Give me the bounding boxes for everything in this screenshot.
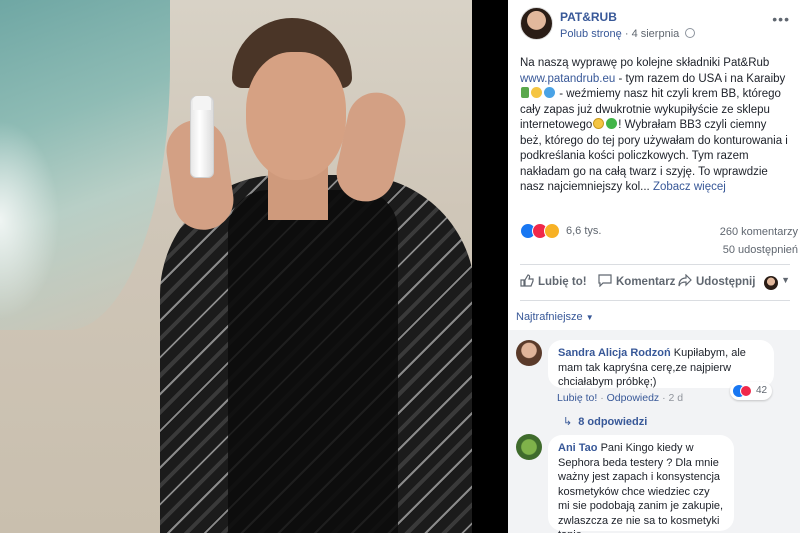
palm-tree-icon	[521, 87, 529, 98]
comment-bubble: Ani Tao Pani Kingo kiedy w Sephora beda …	[548, 435, 734, 533]
comment-author[interactable]: Ani Tao	[558, 442, 598, 454]
comment-bubble: Sandra Alicja Rodzoń Kupiłabym, ale mam …	[548, 340, 774, 388]
comment-reactions[interactable]: 42	[730, 382, 772, 400]
comment-like-link[interactable]: Lubię to!	[557, 392, 597, 404]
photo-gutter	[472, 0, 508, 533]
avatar[interactable]	[516, 340, 542, 366]
comment-actions: Lubię to! · Odpowiedz · 2 d	[557, 392, 684, 404]
comment-sort-dropdown[interactable]: Najtrafniejsze ▼	[516, 311, 594, 323]
share-button-label: Udostępnij	[696, 276, 756, 288]
more-dots-icon[interactable]: •••	[772, 11, 790, 27]
post-text-part-1: Na naszą wyprawę po kolejne składniki Pa…	[520, 57, 770, 69]
like-button[interactable]: Lubię to!	[520, 274, 587, 288]
comment-reaction-count: 42	[756, 385, 768, 396]
love-reaction-icon	[740, 385, 752, 397]
see-more-link[interactable]: Zobacz więcej	[653, 181, 726, 193]
robe-inner	[228, 190, 398, 533]
like-page-link[interactable]: Polub stronę	[560, 28, 622, 40]
page-name[interactable]: PAT&RUB	[560, 10, 617, 24]
chevron-down-icon: ▼	[585, 313, 594, 322]
post-link[interactable]: www.patandrub.eu	[520, 73, 615, 85]
meta-separator: ·	[624, 28, 632, 40]
post-header: PAT&RUB Polub stronę · 4 sierpnia •••	[520, 7, 790, 43]
avatar[interactable]	[516, 434, 542, 460]
wave-foam	[0, 120, 60, 320]
post-photo[interactable]	[0, 0, 472, 533]
globe-icon	[685, 28, 696, 38]
shares-count[interactable]: 50 udostępnień	[723, 244, 798, 256]
comment-time[interactable]: 2 d	[669, 392, 684, 404]
post-panel: PAT&RUB Polub stronę · 4 sierpnia ••• Na…	[508, 0, 800, 533]
view-replies-link[interactable]: ↳ 8 odpowiedzi	[563, 415, 647, 428]
post-meta: Polub stronę · 4 sierpnia	[560, 28, 696, 40]
comment-text: Pani Kingo kiedy w Sephora beda testery …	[558, 442, 724, 533]
green-heart-icon	[606, 118, 618, 129]
comment-button-label: Komentarz	[616, 276, 676, 288]
post-text: Na naszą wyprawę po kolejne składniki Pa…	[520, 56, 790, 196]
post-text-part-2: - tym razem do USA i na Karaiby	[615, 72, 786, 85]
share-button[interactable]: Udostępnij	[678, 274, 755, 288]
thumbs-up-icon	[520, 274, 534, 287]
sort-label: Najtrafniejsze	[516, 311, 583, 323]
action-bar: Lubię to! Komentarz Udostępnij ▼	[516, 272, 794, 296]
comment-as-avatar[interactable]	[764, 276, 778, 290]
sun-icon	[531, 87, 542, 98]
scream-face-icon	[593, 118, 605, 129]
reactions-count: 6,6 tys.	[566, 225, 602, 237]
share-arrow-icon	[678, 274, 692, 287]
reply-arrow-icon: ↳	[563, 416, 573, 428]
divider-bottom	[520, 300, 790, 301]
post-date[interactable]: 4 sierpnia	[632, 28, 680, 40]
product-bottle-cap	[193, 96, 211, 110]
like-button-label: Lubię to!	[538, 276, 587, 288]
speech-bubble-icon	[598, 274, 612, 287]
blue-heart-icon	[544, 87, 555, 98]
page-avatar[interactable]	[520, 7, 553, 40]
replies-label: 8 odpowiedzi	[578, 416, 648, 428]
comment-reply-link[interactable]: Odpowiedz	[607, 392, 660, 404]
person-face	[246, 52, 346, 180]
wow-reaction-icon	[544, 223, 560, 239]
comments-count[interactable]: 260 komentarzy	[720, 226, 798, 238]
chevron-down-icon[interactable]: ▼	[781, 275, 790, 285]
comment-button[interactable]: Komentarz	[598, 274, 675, 288]
divider-top	[520, 264, 790, 265]
comment-author[interactable]: Sandra Alicja Rodzoń	[558, 347, 671, 359]
